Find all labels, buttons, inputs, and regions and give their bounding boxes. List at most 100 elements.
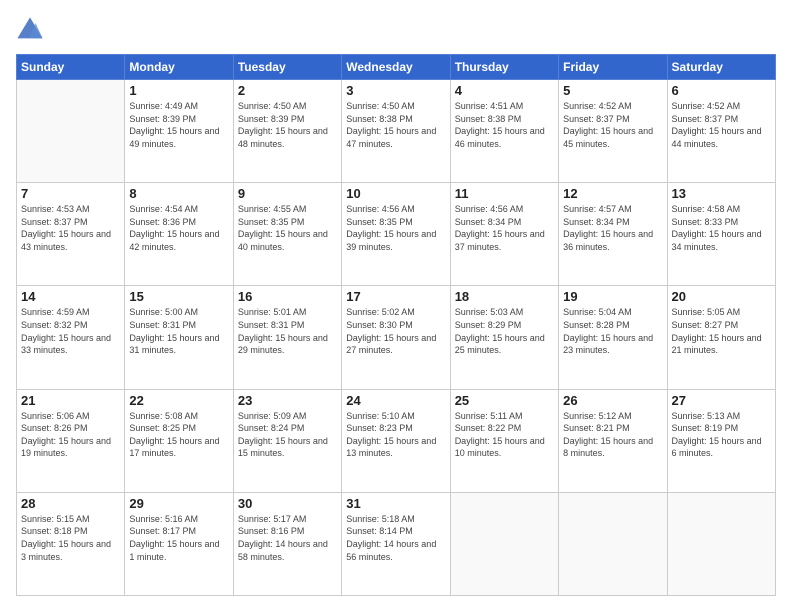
logo (16, 16, 48, 44)
calendar-cell (667, 492, 775, 595)
calendar-cell: 25 Sunrise: 5:11 AMSunset: 8:22 PMDayligh… (450, 389, 558, 492)
day-info: Sunrise: 4:57 AMSunset: 8:34 PMDaylight:… (563, 203, 662, 253)
weekday-header-friday: Friday (559, 55, 667, 80)
day-number: 14 (21, 289, 120, 304)
day-number: 30 (238, 496, 337, 511)
day-info: Sunrise: 4:51 AMSunset: 8:38 PMDaylight:… (455, 100, 554, 150)
day-number: 21 (21, 393, 120, 408)
day-number: 25 (455, 393, 554, 408)
calendar-cell: 3 Sunrise: 4:50 AMSunset: 8:38 PMDaylight… (342, 80, 450, 183)
calendar-cell: 26 Sunrise: 5:12 AMSunset: 8:21 PMDayligh… (559, 389, 667, 492)
weekday-header-monday: Monday (125, 55, 233, 80)
calendar-cell: 19Sunrise: 5:04 AMSunset: 8:28 PMDayligh… (559, 286, 667, 389)
calendar-cell: 27Sunrise: 5:13 AMSunset: 8:19 PMDayligh… (667, 389, 775, 492)
day-number: 31 (346, 496, 445, 511)
day-info: Sunrise: 4:50 AMSunset: 8:38 PMDaylight:… (346, 100, 445, 150)
day-info: Sunrise: 4:52 AMSunset: 8:37 PMDaylight:… (563, 100, 662, 150)
calendar-cell: 15 Sunrise: 5:00 AMSunset: 8:31 PMDayligh… (125, 286, 233, 389)
day-number: 16 (238, 289, 337, 304)
weekday-header-row: SundayMondayTuesdayWednesdayThursdayFrid… (17, 55, 776, 80)
calendar-cell: 30 Sunrise: 5:17 AMSunset: 8:16 PMDayligh… (233, 492, 341, 595)
day-info: Sunrise: 5:11 AMSunset: 8:22 PMDaylight:… (455, 410, 554, 460)
day-number: 23 (238, 393, 337, 408)
day-number: 28 (21, 496, 120, 511)
day-info: Sunrise: 5:09 AMSunset: 8:24 PMDaylight:… (238, 410, 337, 460)
calendar-cell: 13Sunrise: 4:58 AMSunset: 8:33 PMDayligh… (667, 183, 775, 286)
calendar-cell: 9 Sunrise: 4:55 AMSunset: 8:35 PMDaylight… (233, 183, 341, 286)
calendar-cell: 8 Sunrise: 4:54 AMSunset: 8:36 PMDaylight… (125, 183, 233, 286)
day-number: 20 (672, 289, 771, 304)
day-number: 10 (346, 186, 445, 201)
calendar-cell: 7Sunrise: 4:53 AMSunset: 8:37 PMDaylight… (17, 183, 125, 286)
calendar-cell: 4 Sunrise: 4:51 AMSunset: 8:38 PMDaylight… (450, 80, 558, 183)
calendar-cell: 6 Sunrise: 4:52 AMSunset: 8:37 PMDaylight… (667, 80, 775, 183)
calendar-body: 1Sunrise: 4:49 AMSunset: 8:39 PMDaylight… (17, 80, 776, 596)
day-info: Sunrise: 5:16 AMSunset: 8:17 PMDaylight:… (129, 513, 228, 563)
day-info: Sunrise: 5:12 AMSunset: 8:21 PMDaylight:… (563, 410, 662, 460)
calendar-cell: 1Sunrise: 4:49 AMSunset: 8:39 PMDaylight… (125, 80, 233, 183)
day-info: Sunrise: 5:08 AMSunset: 8:25 PMDaylight:… (129, 410, 228, 460)
day-info: Sunrise: 5:17 AMSunset: 8:16 PMDaylight:… (238, 513, 337, 563)
calendar-cell: 22Sunrise: 5:08 AMSunset: 8:25 PMDayligh… (125, 389, 233, 492)
day-number: 15 (129, 289, 228, 304)
day-number: 29 (129, 496, 228, 511)
day-info: Sunrise: 4:50 AMSunset: 8:39 PMDaylight:… (238, 100, 337, 150)
day-number: 18 (455, 289, 554, 304)
calendar-cell: 18 Sunrise: 5:03 AMSunset: 8:29 PMDayligh… (450, 286, 558, 389)
weekday-header-tuesday: Tuesday (233, 55, 341, 80)
week-row-1: 7Sunrise: 4:53 AMSunset: 8:37 PMDaylight… (17, 183, 776, 286)
calendar-cell (17, 80, 125, 183)
logo-icon (16, 16, 44, 44)
day-number: 9 (238, 186, 337, 201)
day-info: Sunrise: 5:18 AMSunset: 8:14 PMDaylight:… (346, 513, 445, 563)
calendar-cell: 24 Sunrise: 5:10 AMSunset: 8:23 PMDayligh… (342, 389, 450, 492)
day-info: Sunrise: 5:00 AMSunset: 8:31 PMDaylight:… (129, 306, 228, 356)
day-number: 24 (346, 393, 445, 408)
day-number: 8 (129, 186, 228, 201)
calendar-cell: 10 Sunrise: 4:56 AMSunset: 8:35 PMDayligh… (342, 183, 450, 286)
day-number: 3 (346, 83, 445, 98)
calendar-cell (559, 492, 667, 595)
day-info: Sunrise: 4:56 AMSunset: 8:34 PMDaylight:… (455, 203, 554, 253)
calendar-cell: 2 Sunrise: 4:50 AMSunset: 8:39 PMDaylight… (233, 80, 341, 183)
weekday-header-thursday: Thursday (450, 55, 558, 80)
day-info: Sunrise: 4:56 AMSunset: 8:35 PMDaylight:… (346, 203, 445, 253)
day-number: 17 (346, 289, 445, 304)
calendar-table: SundayMondayTuesdayWednesdayThursdayFrid… (16, 54, 776, 596)
week-row-0: 1Sunrise: 4:49 AMSunset: 8:39 PMDaylight… (17, 80, 776, 183)
day-number: 13 (672, 186, 771, 201)
week-row-3: 21Sunrise: 5:06 AMSunset: 8:26 PMDayligh… (17, 389, 776, 492)
calendar-cell: 5 Sunrise: 4:52 AMSunset: 8:37 PMDaylight… (559, 80, 667, 183)
weekday-header-wednesday: Wednesday (342, 55, 450, 80)
calendar-cell: 14Sunrise: 4:59 AMSunset: 8:32 PMDayligh… (17, 286, 125, 389)
day-number: 26 (563, 393, 662, 408)
day-info: Sunrise: 5:15 AMSunset: 8:18 PMDaylight:… (21, 513, 120, 563)
calendar-cell: 17 Sunrise: 5:02 AMSunset: 8:30 PMDayligh… (342, 286, 450, 389)
calendar-cell: 20 Sunrise: 5:05 AMSunset: 8:27 PMDayligh… (667, 286, 775, 389)
day-info: Sunrise: 5:05 AMSunset: 8:27 PMDaylight:… (672, 306, 771, 356)
day-number: 2 (238, 83, 337, 98)
day-info: Sunrise: 5:02 AMSunset: 8:30 PMDaylight:… (346, 306, 445, 356)
calendar-cell: 11Sunrise: 4:56 AMSunset: 8:34 PMDayligh… (450, 183, 558, 286)
day-number: 5 (563, 83, 662, 98)
week-row-2: 14Sunrise: 4:59 AMSunset: 8:32 PMDayligh… (17, 286, 776, 389)
calendar-cell: 29 Sunrise: 5:16 AMSunset: 8:17 PMDayligh… (125, 492, 233, 595)
weekday-header-sunday: Sunday (17, 55, 125, 80)
calendar-cell: 16Sunrise: 5:01 AMSunset: 8:31 PMDayligh… (233, 286, 341, 389)
day-number: 19 (563, 289, 662, 304)
calendar-cell: 23 Sunrise: 5:09 AMSunset: 8:24 PMDayligh… (233, 389, 341, 492)
week-row-4: 28 Sunrise: 5:15 AMSunset: 8:18 PMDayligh… (17, 492, 776, 595)
day-number: 6 (672, 83, 771, 98)
calendar-cell (450, 492, 558, 595)
day-number: 4 (455, 83, 554, 98)
calendar-cell: 28 Sunrise: 5:15 AMSunset: 8:18 PMDayligh… (17, 492, 125, 595)
day-info: Sunrise: 4:54 AMSunset: 8:36 PMDaylight:… (129, 203, 228, 253)
day-info: Sunrise: 4:55 AMSunset: 8:35 PMDaylight:… (238, 203, 337, 253)
calendar-cell: 21Sunrise: 5:06 AMSunset: 8:26 PMDayligh… (17, 389, 125, 492)
day-info: Sunrise: 5:03 AMSunset: 8:29 PMDaylight:… (455, 306, 554, 356)
day-info: Sunrise: 4:52 AMSunset: 8:37 PMDaylight:… (672, 100, 771, 150)
day-number: 27 (672, 393, 771, 408)
day-info: Sunrise: 5:10 AMSunset: 8:23 PMDaylight:… (346, 410, 445, 460)
day-info: Sunrise: 4:49 AMSunset: 8:39 PMDaylight:… (129, 100, 228, 150)
day-number: 7 (21, 186, 120, 201)
